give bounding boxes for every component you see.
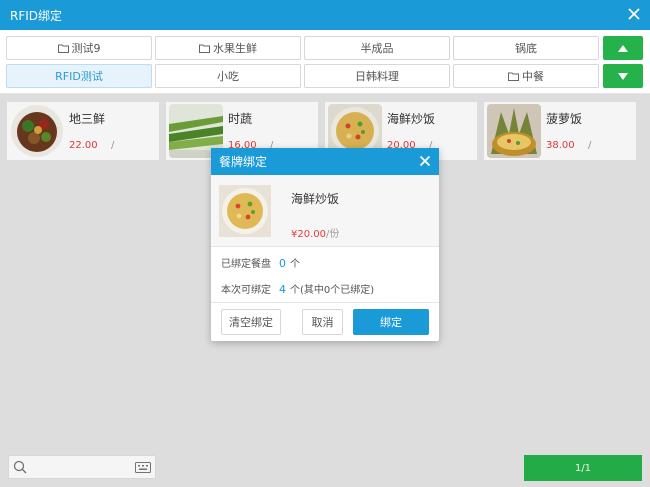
category-label: 测试9	[71, 42, 101, 55]
category-label: 中餐	[522, 70, 544, 83]
category-button[interactable]: 中餐	[453, 64, 599, 88]
category-button[interactable]: 锅底	[453, 36, 599, 60]
close-icon[interactable]	[626, 6, 642, 22]
dialog-header: 餐牌绑定	[211, 148, 439, 175]
folder-icon	[57, 44, 69, 53]
category-label: RFID测试	[55, 70, 103, 83]
category-label: 锅底	[515, 42, 537, 55]
scroll-down-button[interactable]	[603, 64, 643, 88]
cancel-button[interactable]: 取消	[302, 309, 343, 335]
category-label: 小吃	[217, 70, 239, 83]
bound-unit: 个	[290, 259, 300, 270]
category-button[interactable]: 半成品	[304, 36, 450, 60]
cancel-label: 取消	[311, 316, 334, 329]
bound-count: 0	[279, 257, 286, 270]
category-label: 半成品	[360, 42, 394, 55]
category-button[interactable]: 测试9	[6, 36, 152, 60]
category-label: 日韩料理	[355, 70, 399, 83]
bound-count-row: 已绑定餐盘 0 个	[221, 255, 300, 270]
dialog-dish-info: 海鲜炒饭 ¥20.00/份	[211, 175, 439, 247]
clear-binding-label: 清空绑定	[229, 316, 273, 329]
available-label: 本次可绑定	[221, 285, 271, 296]
dish-image	[219, 185, 271, 237]
bound-label: 已绑定餐盘	[221, 259, 271, 270]
clear-binding-button[interactable]: 清空绑定	[221, 309, 281, 335]
close-icon[interactable]	[419, 155, 431, 167]
scroll-up-button[interactable]	[603, 36, 643, 60]
available-unit: 个(其中0个已绑定)	[290, 285, 375, 296]
folder-icon	[199, 44, 210, 53]
triangle-up-icon	[618, 44, 628, 52]
dialog-title: 餐牌绑定	[219, 155, 268, 169]
category-label: 水果生鲜	[213, 42, 257, 55]
window-title: RFID绑定	[10, 8, 63, 23]
available-count: 4	[279, 283, 286, 296]
category-bar: 测试9 水果生鲜 半成品 锅底 RFID测试 小吃 日韩料理 中餐	[0, 30, 650, 94]
category-button[interactable]: 小吃	[155, 64, 301, 88]
triangle-down-icon	[618, 72, 628, 80]
folder-icon	[508, 72, 519, 81]
bind-label: 绑定	[380, 316, 402, 329]
available-count-row: 本次可绑定 4 个(其中0个已绑定)	[221, 281, 374, 296]
dialog-dish-price: ¥20.00/份	[291, 225, 339, 240]
category-button-active[interactable]: RFID测试	[6, 64, 152, 88]
window-titlebar: RFID绑定	[0, 0, 650, 30]
price-value: ¥20.00	[291, 229, 326, 240]
dialog-divider	[211, 302, 439, 303]
category-button[interactable]: 水果生鲜	[155, 36, 301, 60]
bind-button[interactable]: 绑定	[353, 309, 429, 335]
category-button[interactable]: 日韩料理	[304, 64, 450, 88]
price-unit: 份	[329, 229, 340, 240]
dialog-dish-name: 海鲜炒饭	[291, 192, 340, 206]
bind-dialog: 餐牌绑定 海鲜炒饭 ¥20.00/份 已绑定餐盘 0 个 本次可绑定 4 个(其中0个已	[211, 148, 439, 341]
